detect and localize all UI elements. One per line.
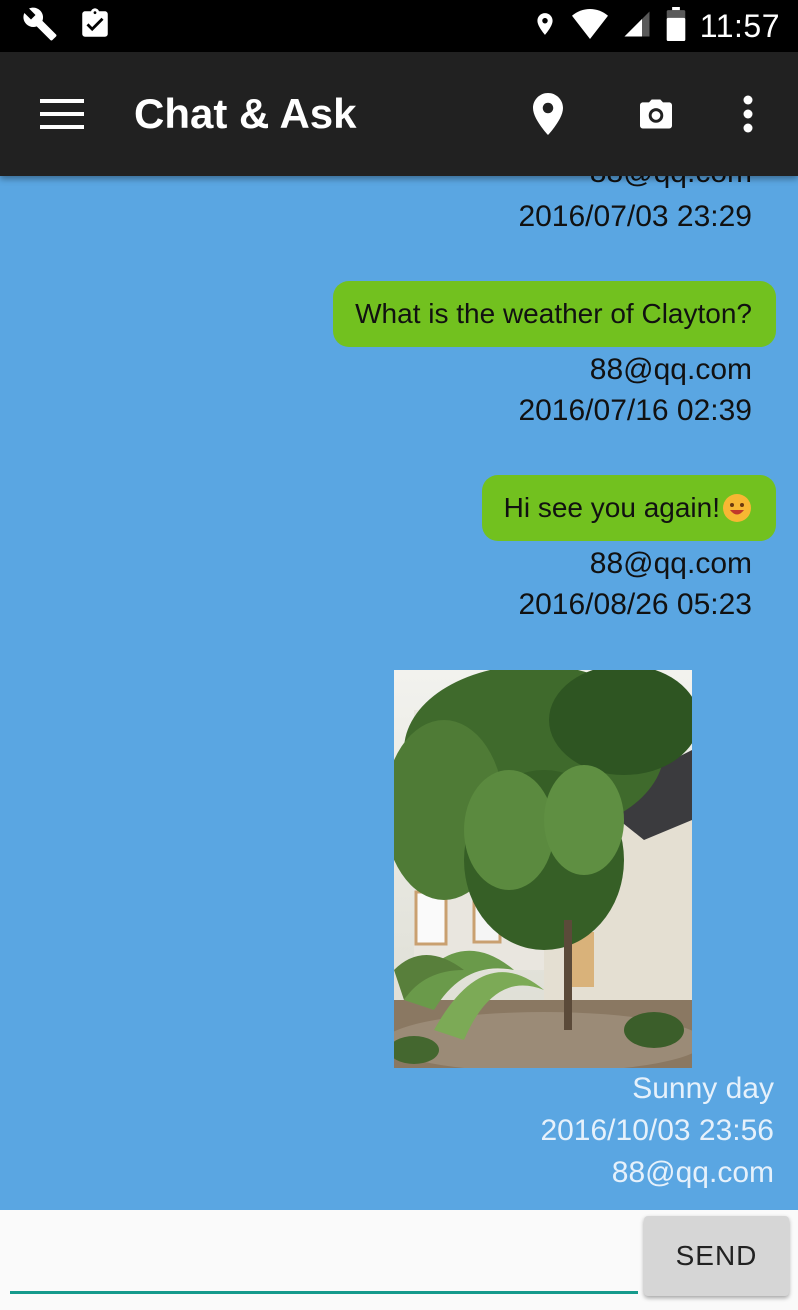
- smiling-face-emoji-icon: [722, 493, 752, 523]
- app-title: Chat & Ask: [134, 90, 357, 137]
- send-button[interactable]: SEND: [644, 1216, 789, 1296]
- clipboard-check-icon: [78, 7, 112, 46]
- wifi-icon: [571, 8, 608, 44]
- chat-screen: 11:57 Chat & Ask 88@qq.com: [0, 0, 798, 1310]
- menu-icon: [40, 98, 84, 135]
- chat-list[interactable]: 88@qq.com 2016/07/03 23:29 What is the w…: [0, 176, 798, 1210]
- location-pin-icon: [532, 8, 558, 45]
- message-text: What is the weather of Clayton?: [355, 298, 752, 329]
- location-pin-icon: [530, 91, 566, 142]
- status-time: 11:57: [699, 7, 780, 44]
- message-input-bar: SEND: [0, 1210, 798, 1310]
- message-sender: 88@qq.com: [589, 353, 752, 386]
- message-input[interactable]: [10, 1220, 638, 1294]
- wrench-icon: [22, 6, 58, 47]
- battery-icon: [666, 6, 686, 46]
- status-bar: 11:57: [0, 0, 798, 52]
- message-timestamp: 2016/07/16 02:39: [518, 394, 752, 427]
- message-timestamp: 2016/08/26 05:23: [518, 588, 752, 621]
- cell-signal-icon: [622, 9, 652, 44]
- message-sender: 88@qq.com: [590, 176, 752, 190]
- message-photo[interactable]: [384, 665, 704, 1072]
- overflow-menu-button[interactable]: [718, 84, 778, 148]
- camera-button[interactable]: [626, 84, 686, 148]
- message-timestamp: 2016/07/03 23:29: [518, 200, 752, 233]
- camera-icon: [638, 98, 674, 135]
- message-bubble[interactable]: What is the weather of Clayton?: [333, 281, 776, 347]
- image-caption: Sunny day: [632, 1072, 774, 1105]
- message-bubble[interactable]: Hi see you again!: [481, 475, 776, 541]
- menu-button[interactable]: [30, 86, 94, 146]
- app-bar: Chat & Ask: [0, 52, 798, 176]
- overflow-menu-icon: [743, 95, 753, 138]
- message-text: Hi see you again!: [503, 492, 720, 523]
- message-sender: 88@qq.com: [611, 1156, 774, 1189]
- message-timestamp: 2016/10/03 23:56: [540, 1114, 774, 1147]
- message-sender: 88@qq.com: [589, 547, 752, 580]
- location-button[interactable]: [518, 84, 578, 148]
